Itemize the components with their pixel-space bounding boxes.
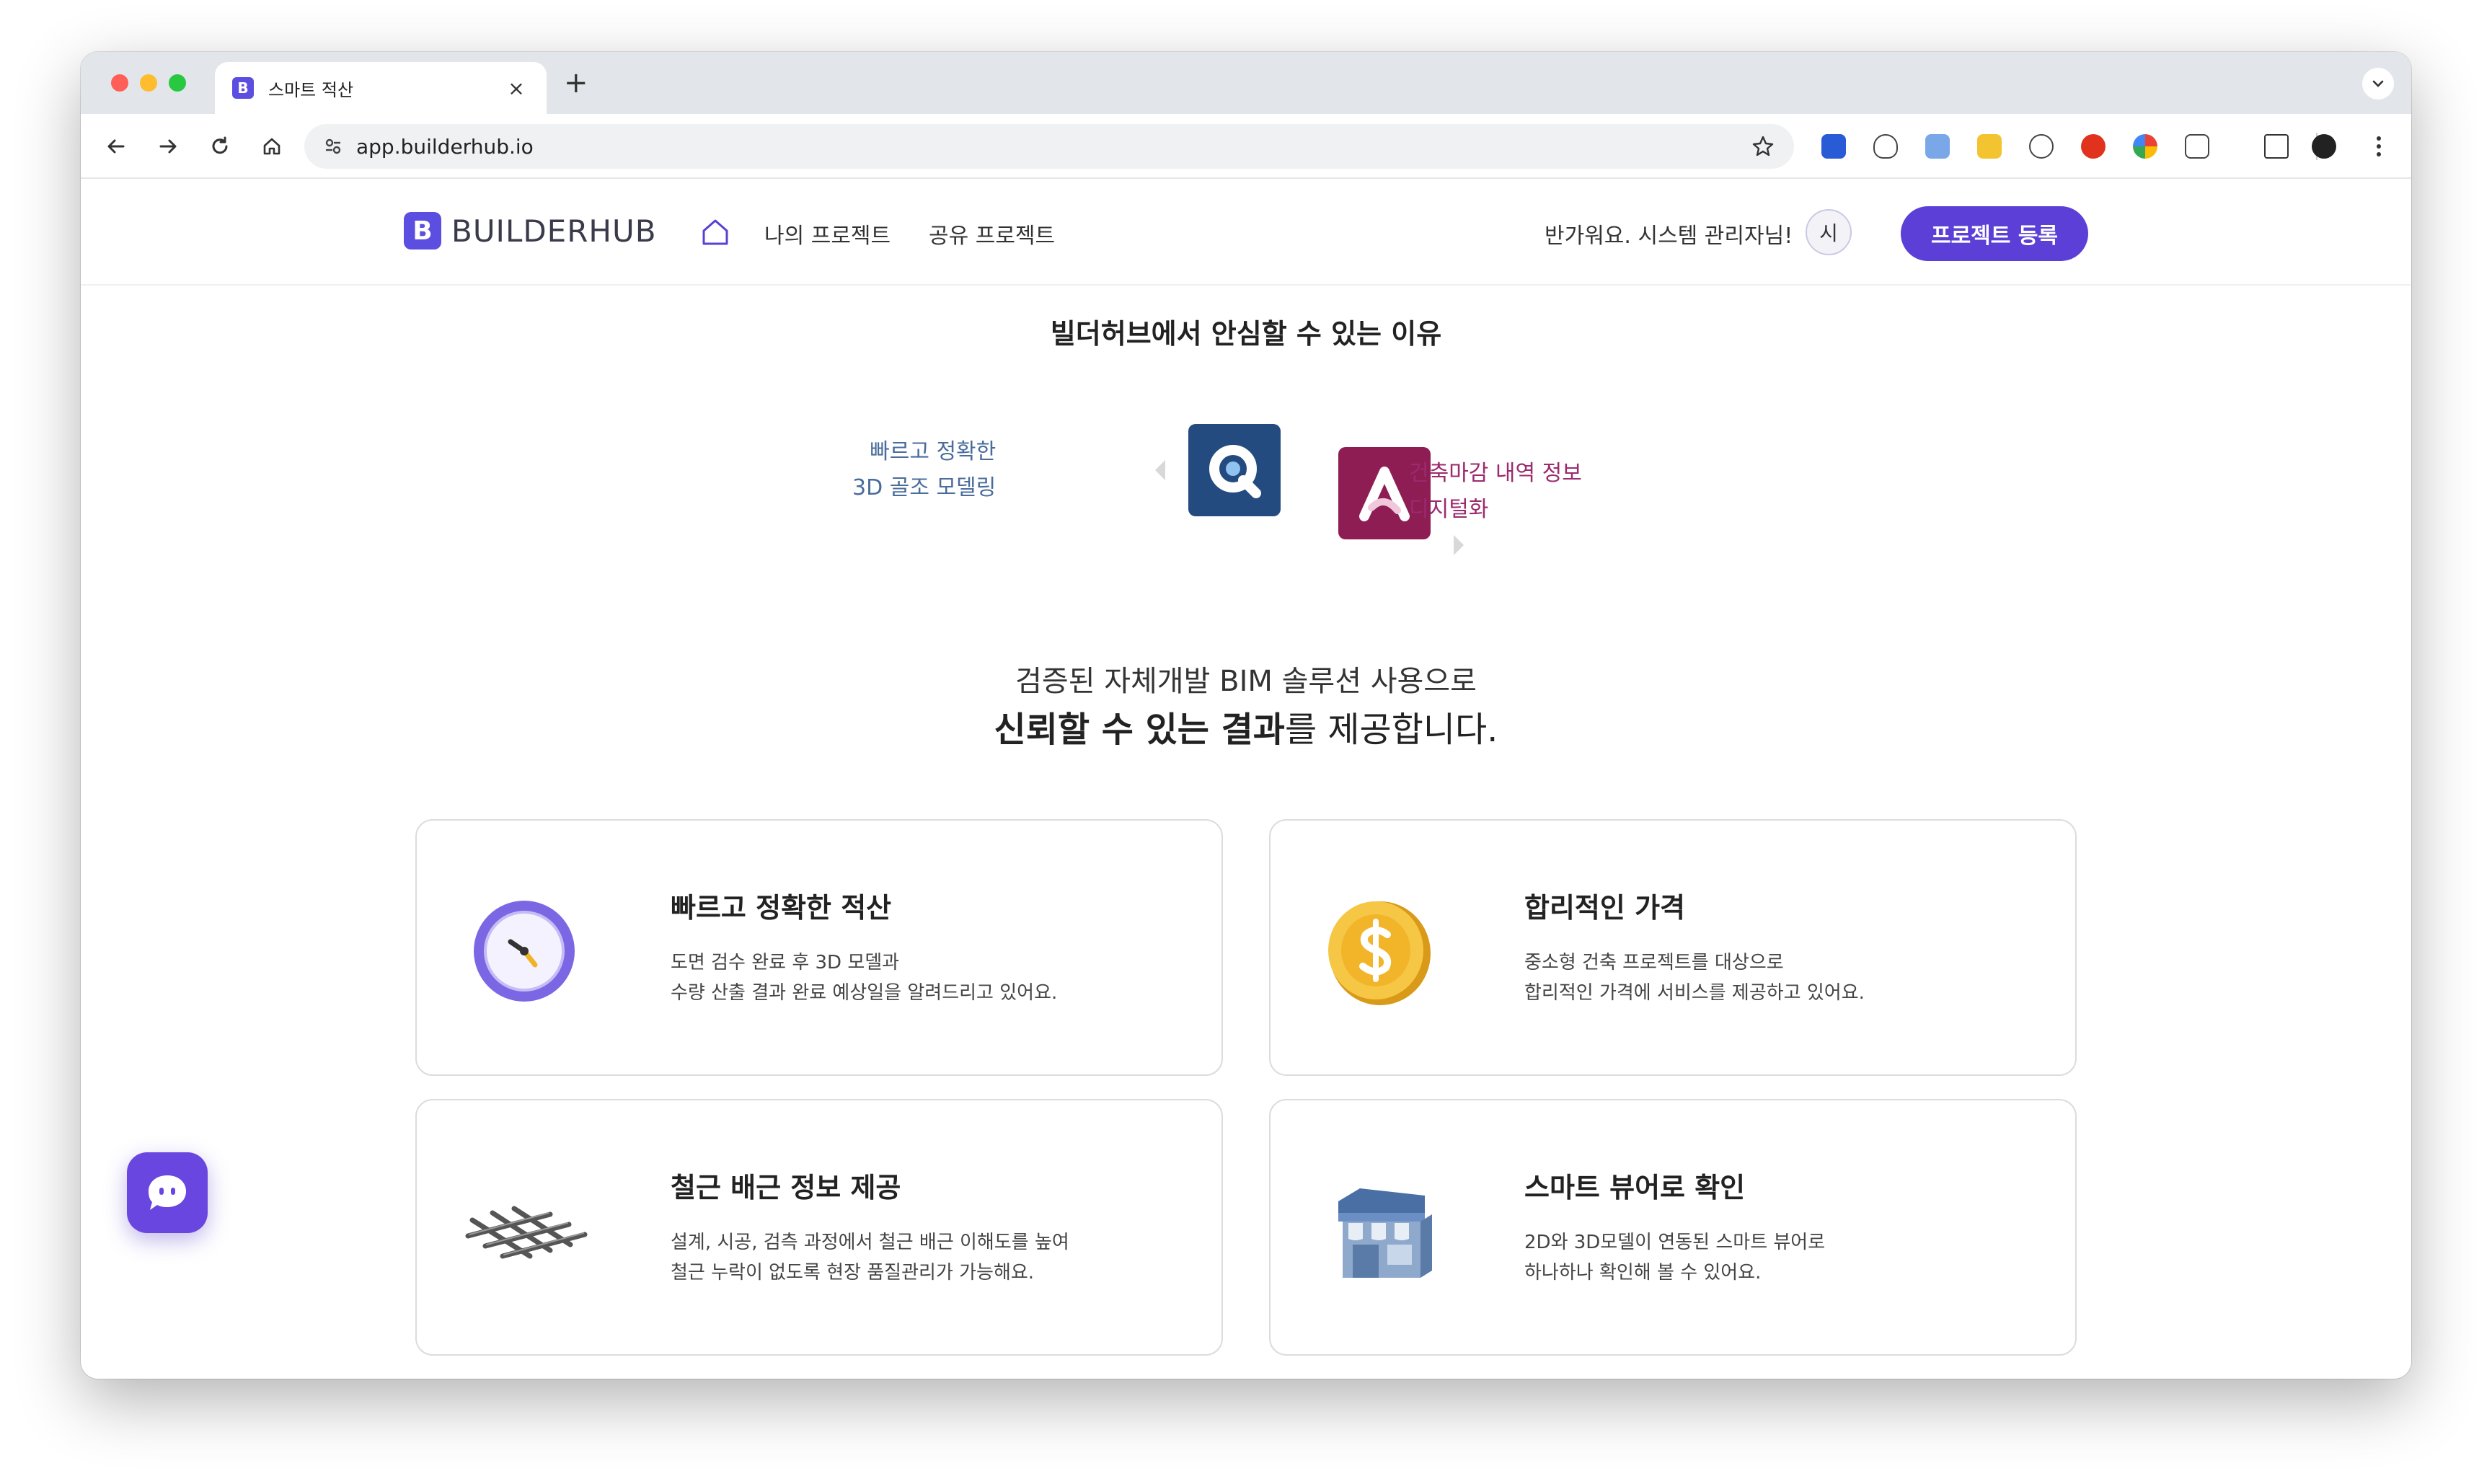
nav-shared-projects[interactable]: 공유 프로젝트: [929, 218, 1055, 249]
extension-7-icon[interactable]: [2133, 134, 2157, 159]
card-description: 설계, 시공, 검측 과정에서 철근 배근 이해도를 높여 철근 누락이 없도록…: [671, 1232, 1069, 1284]
back-button[interactable]: [100, 130, 133, 163]
register-project-button[interactable]: 프로젝트 등록: [1901, 206, 2088, 261]
new-tab-button[interactable]: +: [564, 65, 588, 101]
url-text[interactable]: app.builderhub.io: [356, 135, 1751, 159]
reload-icon: [212, 136, 228, 154]
card-description: 2D와 3D모델이 연동된 스마트 뷰어로 하나하나 확인해 볼 수 있어요.: [1524, 1232, 1826, 1284]
caret-right-icon: [1454, 535, 1464, 555]
chevron-down-icon: [2372, 80, 2384, 87]
rebar-mesh-icon: [465, 1206, 588, 1259]
extension-6-icon[interactable]: [2081, 134, 2106, 159]
card-title: 철근 배근 정보 제공: [671, 1172, 901, 1203]
tagline-rest: 를 제공합니다.: [1284, 710, 1498, 750]
site-logo[interactable]: B BUILDERHUB: [404, 212, 657, 249]
card-title: 합리적인 가격: [1524, 892, 1685, 924]
left-feature-label: 빠르고 정확한 3D 골조 모델링: [852, 439, 997, 500]
cloud-extension-icon[interactable]: [1873, 134, 1898, 159]
bookmark-star-icon[interactable]: [1751, 134, 1775, 159]
browser-tab[interactable]: B 스마트 적산 ×: [215, 62, 547, 114]
browser-window: B 스마트 적산 × + app.builderhub.io B BUILDER…: [81, 52, 2411, 1379]
tab-title: 스마트 적산: [268, 79, 354, 100]
forward-button[interactable]: [151, 130, 185, 163]
extension-4-icon[interactable]: [1977, 134, 2002, 159]
avatar[interactable]: 시: [1806, 209, 1852, 255]
home-button[interactable]: [255, 130, 288, 163]
tagline-line2: 신뢰할 수 있는 결과를 제공합니다.: [81, 701, 2411, 751]
address-bar[interactable]: app.builderhub.io: [304, 124, 1794, 169]
card-title: 스마트 뷰어로 확인: [1524, 1172, 1746, 1203]
home-icon: [263, 138, 280, 155]
site-settings-icon[interactable]: [319, 136, 348, 156]
more-menu-button[interactable]: [2362, 130, 2395, 163]
home-nav-icon[interactable]: [695, 212, 735, 252]
feature-card-viewer: 스마트 뷰어로 확인 2D와 3D모델이 연동된 스마트 뷰어로 하나하나 확인…: [1269, 1099, 2077, 1356]
profile-icon[interactable]: [2312, 134, 2336, 159]
forward-arrow-icon: [159, 139, 177, 154]
clock-icon: [474, 901, 575, 1002]
tagline-bold: 신뢰할 수 있는 결과: [994, 710, 1285, 750]
tagline-line1: 검증된 자체개발 BIM 솔루션 사용으로: [1015, 665, 1477, 698]
favicon-icon: B: [232, 77, 254, 99]
right-feature-label: 건축마감 내역 정보 디지털화: [1409, 461, 1582, 522]
feature-card-rebar: 철근 배근 정보 제공 설계, 시공, 검측 과정에서 철근 배근 이해도를 높…: [415, 1099, 1223, 1356]
nav-my-projects[interactable]: 나의 프로젝트: [764, 218, 891, 249]
card-title: 빠르고 정확한 적산: [671, 892, 892, 924]
extension-3-icon[interactable]: [1925, 134, 1950, 159]
maximize-window-button[interactable]: [169, 74, 186, 92]
store-icon: [1338, 1188, 1432, 1278]
back-arrow-icon: [107, 139, 125, 154]
more-icon: [2377, 136, 2381, 156]
card-description: 도면 검수 완료 후 3D 모델과 수량 산출 결과 완료 예상일을 알려드리고…: [671, 952, 1058, 1004]
feature-card-price: 합리적인 가격 중소형 건축 프로젝트를 대상으로 합리적인 가격에 서비스를 …: [1269, 819, 2077, 1076]
site-header: B BUILDERHUB 나의 프로젝트 공유 프로젝트 반가워요. 시스템 관…: [81, 180, 2411, 286]
extension-5-icon[interactable]: [2029, 134, 2054, 159]
reload-button[interactable]: [203, 130, 237, 163]
logo-text: BUILDERHUB: [451, 213, 657, 249]
extension-1-icon[interactable]: [1821, 134, 1846, 159]
tab-close-icon[interactable]: ×: [503, 76, 529, 100]
tab-search-button[interactable]: [2362, 68, 2394, 100]
user-greeting: 반가워요. 시스템 관리자님!: [1545, 224, 1793, 249]
q-app-icon: [1188, 424, 1281, 516]
feature-card-accurate: 빠르고 정확한 적산 도면 검수 완료 후 3D 모델과 수량 산출 결과 완료…: [415, 819, 1223, 1076]
minimize-window-button[interactable]: [140, 74, 157, 92]
caret-left-icon: [1155, 460, 1165, 480]
browser-toolbar: app.builderhub.io: [81, 114, 2411, 179]
close-window-button[interactable]: [111, 74, 128, 92]
logo-mark: B: [404, 212, 441, 249]
section-title: 빌더허브에서 안심할 수 있는 이유: [1050, 318, 1442, 350]
extensions-icon[interactable]: [2185, 134, 2209, 159]
card-description: 중소형 건축 프로젝트를 대상으로 합리적인 가격에 서비스를 제공하고 있어요…: [1524, 952, 1865, 1004]
tab-strip: B 스마트 적산 × +: [81, 52, 2411, 114]
coin-icon: [1328, 901, 1431, 1005]
chat-bubble-icon: [149, 1175, 186, 1210]
chat-button[interactable]: [127, 1152, 208, 1233]
sidebar-icon[interactable]: [2264, 134, 2289, 159]
